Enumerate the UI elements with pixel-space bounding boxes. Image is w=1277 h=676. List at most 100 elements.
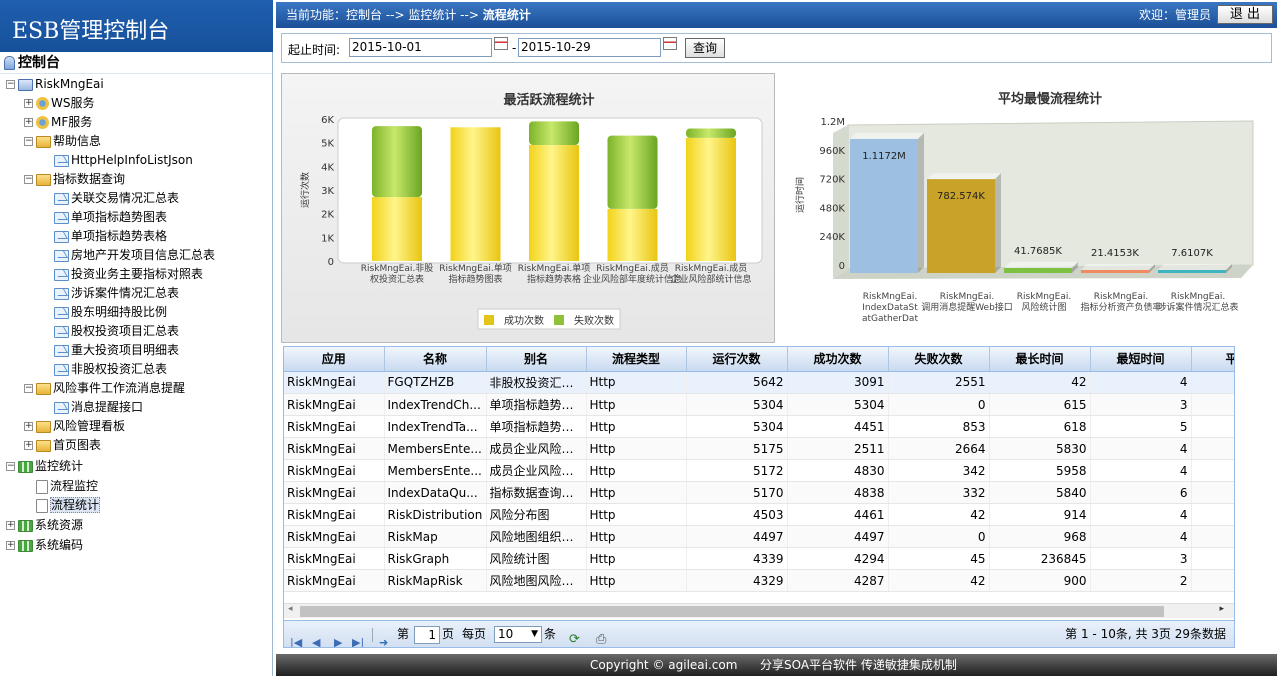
print-icon[interactable]: ⎙ [596,626,606,647]
table-cell: 42 [989,371,1091,394]
expand-icon[interactable]: + [24,118,33,127]
tree-item-label: 首页图表 [53,438,102,452]
column-header[interactable]: 应用 [284,347,385,372]
table-cell [1191,503,1234,526]
x-tick-label: RiskMngEai.成员 [596,262,668,274]
tree-item[interactable]: − RiskMngEai [6,75,104,93]
table-row[interactable]: RiskMngEai IndexTrendCh... 单项指标趋势图表 Http 530… [284,393,1234,416]
expand-icon[interactable]: + [24,441,33,450]
horizontal-scrollbar[interactable]: ◂ ▸ [284,603,1234,618]
page-number-input[interactable]: 1 [414,626,440,644]
tree-item[interactable]: 重大投资项目明细表 [42,341,179,359]
tree-item[interactable]: + WS服务 [24,94,94,112]
table-cell: 5642 [686,371,788,394]
end-date-input[interactable]: 2015-10-29 [518,38,661,57]
first-page-icon[interactable]: |◀ [290,629,302,647]
tree-item[interactable]: − 帮助信息 [24,132,101,150]
tree-item-label: 股东明细持股比例 [71,305,168,319]
start-date-input[interactable]: 2015-10-01 [349,38,492,57]
table-cell: 成员企业风险部... [486,437,587,460]
column-header[interactable]: 名称 [384,347,487,372]
x-tick-label: atGatherDat [862,314,918,324]
legend-swatch-success [484,315,494,325]
query-button[interactable]: 查询 [685,38,725,58]
column-header[interactable]: 最长时间 [989,347,1091,372]
tree-item[interactable]: − 监控统计 [6,457,83,475]
y-tick-label: 4K [321,162,334,173]
collapse-icon[interactable]: − [6,462,15,471]
scroll-left-icon[interactable]: ◂ [288,604,293,614]
expand-icon[interactable]: + [6,521,15,530]
pager-bar: |◀ ◀ ▶ ▶| ➜ 第 1 页 每页 10 ▼ 条 ⟳ ⎙ 第 1 - 10条… [284,620,1234,647]
column-header[interactable]: 失败次数 [888,347,990,372]
tree-item[interactable]: 关联交易情况汇总表 [42,189,179,207]
collapse-icon[interactable]: − [24,137,33,146]
start-calendar-icon[interactable] [494,37,508,50]
tree-item[interactable]: 股东明细持股比例 [42,303,167,321]
table-cell: Http [586,481,687,504]
tree-item[interactable]: − 指标数据查询 [24,170,125,188]
prev-page-icon[interactable]: ◀ [312,629,320,647]
tree-item[interactable]: − 风险事件工作流消息提醒 [24,379,185,397]
table-cell: RiskMngEai [284,569,385,592]
column-header[interactable]: 成功次数 [787,347,889,372]
tree-item[interactable]: 房地产开发项目信息汇总表 [42,246,215,264]
folder-icon [36,420,51,433]
table-cell: 风险统计图 [486,547,587,570]
table-cell: 2 [1090,569,1192,592]
table-row[interactable]: RiskMngEai RiskDistribution 风险分布图 Http 4503 4… [284,503,1234,526]
tree-item-label: 单项指标趋势表格 [71,229,168,243]
table-row[interactable]: RiskMngEai RiskGraph 风险统计图 Http 4339 4294 45 23… [284,547,1234,570]
tree-item[interactable]: HttpHelpInfoListJson [42,151,193,169]
last-page-icon[interactable]: ▶| [352,629,364,647]
tree-item[interactable]: 消息提醒接口 [42,398,143,416]
table-row[interactable]: RiskMngEai MembersEnte... 成员企业风险部... Http 51… [284,459,1234,482]
end-calendar-icon[interactable] [663,37,677,50]
column-header[interactable]: 平均 [1191,347,1234,372]
per-page-select[interactable]: 10 ▼ [494,626,542,643]
table-row[interactable]: RiskMngEai RiskMapRisk 风险地图风险部分 Http 4329 428… [284,569,1234,592]
mail-icon [54,154,69,167]
tree-item[interactable]: + 首页图表 [24,436,101,454]
scroll-right-icon[interactable]: ▸ [1219,604,1224,614]
tree-item[interactable]: + MF服务 [24,113,92,131]
x-tick-label: RiskMngEai.非股 [361,262,433,274]
logout-button[interactable]: 退 出 [1217,5,1273,24]
tree-item[interactable]: 非股权投资汇总表 [42,360,167,378]
tree-root[interactable]: 控制台 [0,52,272,74]
table-row[interactable]: RiskMngEai RiskMap 风险地图组织列表 Http 4497 4497 0 96… [284,525,1234,548]
tree-item[interactable]: 涉诉案件情况汇总表 [42,284,179,302]
next-page-icon[interactable]: ▶ [334,629,342,647]
expand-icon[interactable]: + [24,422,33,431]
tree-item[interactable]: 投资业务主要指标对照表 [42,265,203,283]
collapse-icon[interactable]: − [24,175,33,184]
active-flow-chart-svg: 最活跃流程统计 0 1K 2K 3K 4K 5K 6K 运行次数 RiskMngEai.非股权投资… [299,92,763,330]
table-row[interactable]: RiskMngEai IndexDataQu... 指标数据查询统计 Http 5170… [284,481,1234,504]
tree-item[interactable]: 股权投资项目汇总表 [42,322,179,340]
table-row[interactable]: RiskMngEai FGQTZHZB 非股权投资汇总表 Http 5642 3091 25… [284,371,1234,394]
table-row[interactable]: RiskMngEai IndexTrendTa... 单项指标趋势表格 Http 530… [284,415,1234,438]
expand-icon[interactable]: + [24,99,33,108]
tree-item[interactable]: 单项指标趋势图表 [42,208,167,226]
tree-item[interactable]: 流程统计 [24,496,101,514]
scrollbar-thumb[interactable] [300,606,1164,617]
goto-page-icon[interactable]: ➜ [379,629,388,647]
tree-item[interactable]: + 系统编码 [6,536,83,554]
table-row[interactable]: RiskMngEai MembersEnte... 成员企业风险部... Http 51… [284,437,1234,460]
table-cell: 5958 [989,459,1091,482]
column-header[interactable]: 别名 [486,347,587,372]
column-header[interactable]: 最短时间 [1090,347,1192,372]
y-tick-label: 960K [819,146,845,157]
tree-item[interactable]: 流程监控 [24,477,98,495]
refresh-icon[interactable]: ⟳ [569,626,580,647]
mail-icon [54,211,69,224]
tree-item[interactable]: 单项指标趋势表格 [42,227,167,245]
column-header[interactable]: 运行次数 [686,347,788,372]
column-header[interactable]: 流程类型 [586,347,687,372]
collapse-icon[interactable]: − [24,384,33,393]
expand-icon[interactable]: + [6,541,15,550]
table-cell: 236845 [989,547,1091,570]
collapse-icon[interactable]: − [6,80,15,89]
tree-item[interactable]: + 系统资源 [6,516,83,534]
tree-item[interactable]: + 风险管理看板 [24,417,125,435]
